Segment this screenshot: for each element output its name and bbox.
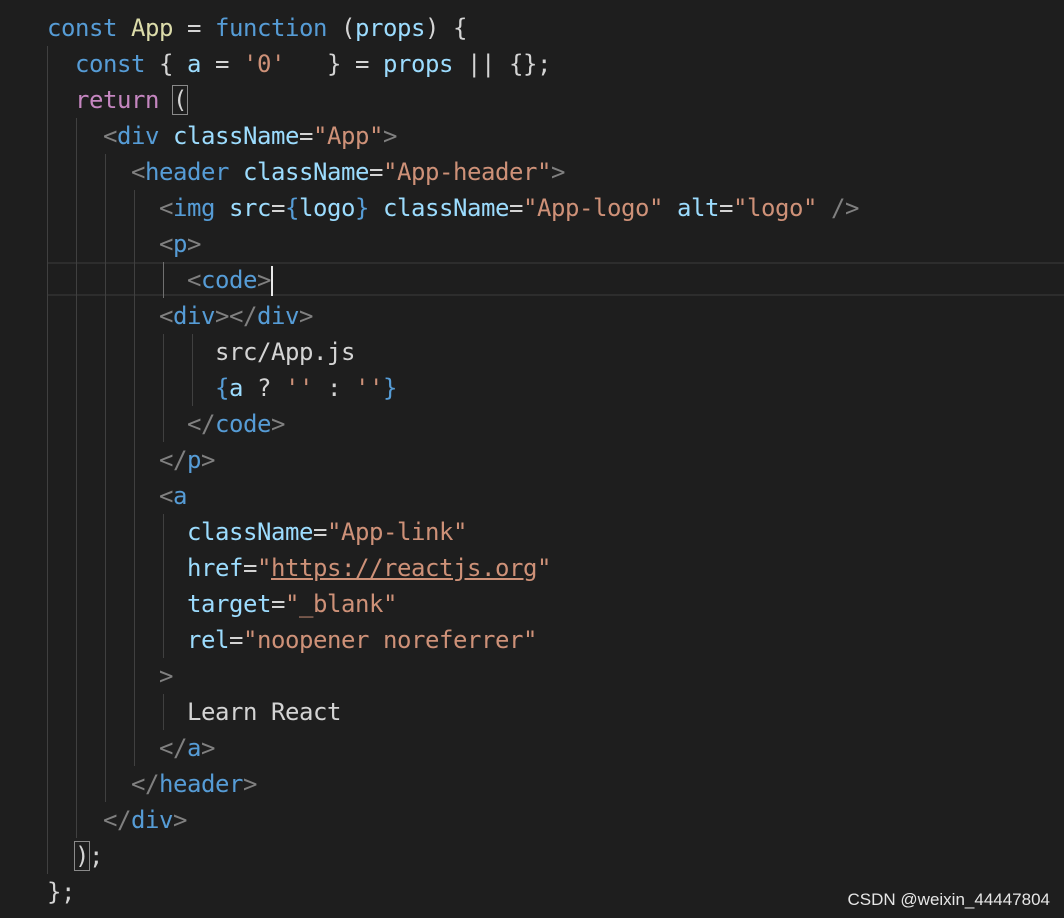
code-line: </header> (131, 770, 257, 798)
code-editor[interactable]: const App = function (props) { const { a… (0, 0, 1064, 918)
code-line: Learn React (47, 698, 341, 726)
code-line: ); (74, 841, 103, 871)
code-line: > (159, 662, 173, 690)
code-line: className="App-link" (187, 518, 467, 546)
code-line: {a ? '' : ''} (215, 374, 397, 402)
code-line: target="_blank" (187, 590, 397, 618)
code-line: <header className="App-header"> (131, 158, 565, 186)
code-line: </p> (159, 446, 215, 474)
code-line: <p> (159, 230, 201, 258)
code-line: const { a = '0' } = props || {}; (75, 50, 551, 78)
code-line: <code> (187, 266, 273, 296)
watermark-text: CSDN @weixin_44447804 (847, 890, 1050, 909)
code-line: <div></div> (159, 302, 313, 330)
text-cursor (271, 266, 273, 296)
code-line: href="https://reactjs.org" (187, 554, 551, 582)
code-line: </a> (159, 734, 215, 762)
code-line: <a (159, 482, 187, 510)
code-line: </div> (103, 806, 187, 834)
code-line: <div className="App"> (103, 122, 397, 150)
code-line: src/App.js (47, 338, 355, 366)
code-line: <img src={logo} className="App-logo" alt… (159, 194, 859, 222)
code-line: return ( (75, 85, 188, 115)
code-line: const App = function (props) { (47, 14, 467, 42)
code-line: rel="noopener noreferrer" (187, 626, 537, 654)
code-line: </code> (187, 410, 285, 438)
